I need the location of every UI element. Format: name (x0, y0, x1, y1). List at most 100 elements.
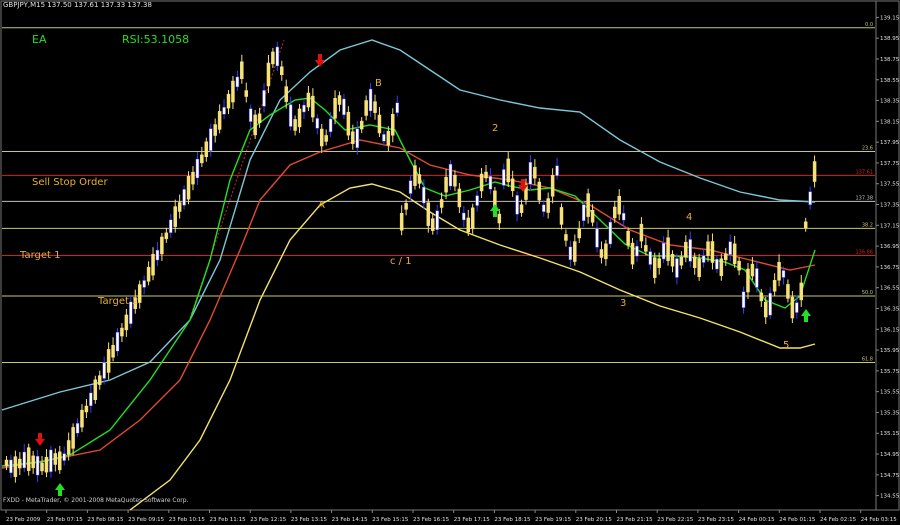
candle (137, 280, 142, 309)
sell-stop-label: Sell Stop Order (32, 177, 108, 188)
candle (373, 94, 377, 120)
candle (213, 118, 217, 143)
candle (506, 151, 510, 187)
candle (755, 260, 759, 293)
candle (555, 157, 559, 180)
candle (741, 286, 746, 314)
ea-label: EA (32, 33, 47, 46)
x-tick-label: 23 Feb 21:15 (617, 517, 654, 523)
candle (355, 120, 360, 155)
y-tick-label: 135.15 (880, 431, 900, 437)
y-tick-label: 138.35 (880, 99, 900, 105)
candle (408, 175, 413, 201)
metatrader-chart-window[interactable]: GBPJPY,M15 137.50 137.61 137.33 137.38 0… (0, 0, 900, 525)
candle (426, 198, 431, 233)
candle (510, 170, 515, 197)
candle (630, 238, 635, 270)
level-tag-fib-38: 38.2 (862, 222, 873, 228)
wave-b-label: B (375, 78, 382, 89)
candle (684, 235, 688, 263)
candle (84, 399, 89, 419)
candle (666, 229, 670, 266)
y-tick-label: 138.75 (880, 57, 900, 63)
y-tick-label: 136.95 (880, 244, 900, 250)
candle (266, 54, 271, 93)
x-tick-label: 23 Feb 18:15 (494, 517, 531, 523)
level-tag-sell-stop: 137.61 (856, 169, 874, 175)
x-tick-label: 23 Feb 08:15 (87, 517, 124, 523)
candle (346, 106, 351, 141)
candle (315, 114, 320, 135)
candle (177, 194, 182, 219)
y-tick-label: 135.95 (880, 348, 900, 354)
y-tick-label: 137.15 (880, 223, 900, 229)
candle (581, 200, 586, 227)
candle (311, 88, 315, 123)
candle (688, 231, 693, 268)
candle (559, 203, 564, 230)
price-chart[interactable]: 0.0 23.6 137.61 137.38 38.2 136.86 50.0 61.8 13… (0, 0, 900, 525)
candle (18, 452, 22, 476)
candle (40, 455, 44, 475)
y-tick-label: 137.35 (880, 203, 900, 209)
y-tick-label: 135.35 (880, 410, 900, 416)
candle (679, 251, 684, 270)
candle (546, 192, 550, 219)
candle (599, 241, 604, 264)
candle (13, 450, 18, 483)
level-tag-fib-61: 61.8 (862, 357, 873, 363)
candle (715, 255, 719, 274)
candle (457, 182, 462, 213)
candle (280, 60, 284, 81)
candle (399, 205, 404, 236)
rsi-label: RSI:53.1058 (122, 33, 190, 46)
level-tag-fib-50: 50.0 (862, 290, 873, 296)
candle (359, 117, 364, 134)
candle (661, 236, 666, 264)
candle (26, 443, 31, 476)
y-tick-label: 136.15 (880, 327, 900, 333)
candle (191, 166, 195, 191)
upper-band-line (1, 39, 816, 411)
candle (195, 152, 200, 186)
candle (97, 370, 102, 390)
candle (262, 83, 266, 113)
candle (244, 82, 249, 103)
candle (799, 274, 804, 307)
candle (537, 178, 542, 205)
y-tick-label: 136.35 (880, 306, 900, 312)
x-tick-label: 24 Feb 01:15 (779, 517, 816, 523)
candle (533, 159, 537, 186)
wave-5-label: 5 (783, 340, 790, 351)
candle (297, 103, 302, 133)
x-tick-label: 23 Feb 16:15 (413, 517, 450, 523)
y-tick-label: 138.15 (880, 119, 900, 125)
candle (93, 375, 98, 404)
wave-c1-label: c / 1 (390, 256, 412, 267)
candle (160, 232, 164, 261)
x-tick-label: 23 Feb 2009 (6, 517, 41, 523)
candle (417, 167, 422, 189)
candle (111, 337, 115, 362)
candle (652, 252, 657, 284)
candle (58, 445, 62, 474)
candle (466, 209, 471, 236)
candle (80, 404, 84, 433)
candle (377, 107, 382, 138)
y-tick-label: 135.55 (880, 390, 900, 396)
candle (728, 234, 732, 262)
candle (173, 199, 177, 233)
candle (470, 203, 475, 234)
candle (257, 107, 262, 128)
candle (391, 108, 395, 143)
candle (35, 450, 40, 483)
x-tick-label: 23 Feb 09:15 (128, 517, 165, 523)
candle (710, 233, 715, 270)
candle (364, 95, 368, 121)
candle (803, 217, 808, 232)
candle (435, 204, 439, 235)
candle (621, 205, 626, 228)
candle (186, 171, 191, 205)
candle (768, 287, 772, 320)
x-tick-label: 23 Feb 20:15 (576, 517, 613, 523)
